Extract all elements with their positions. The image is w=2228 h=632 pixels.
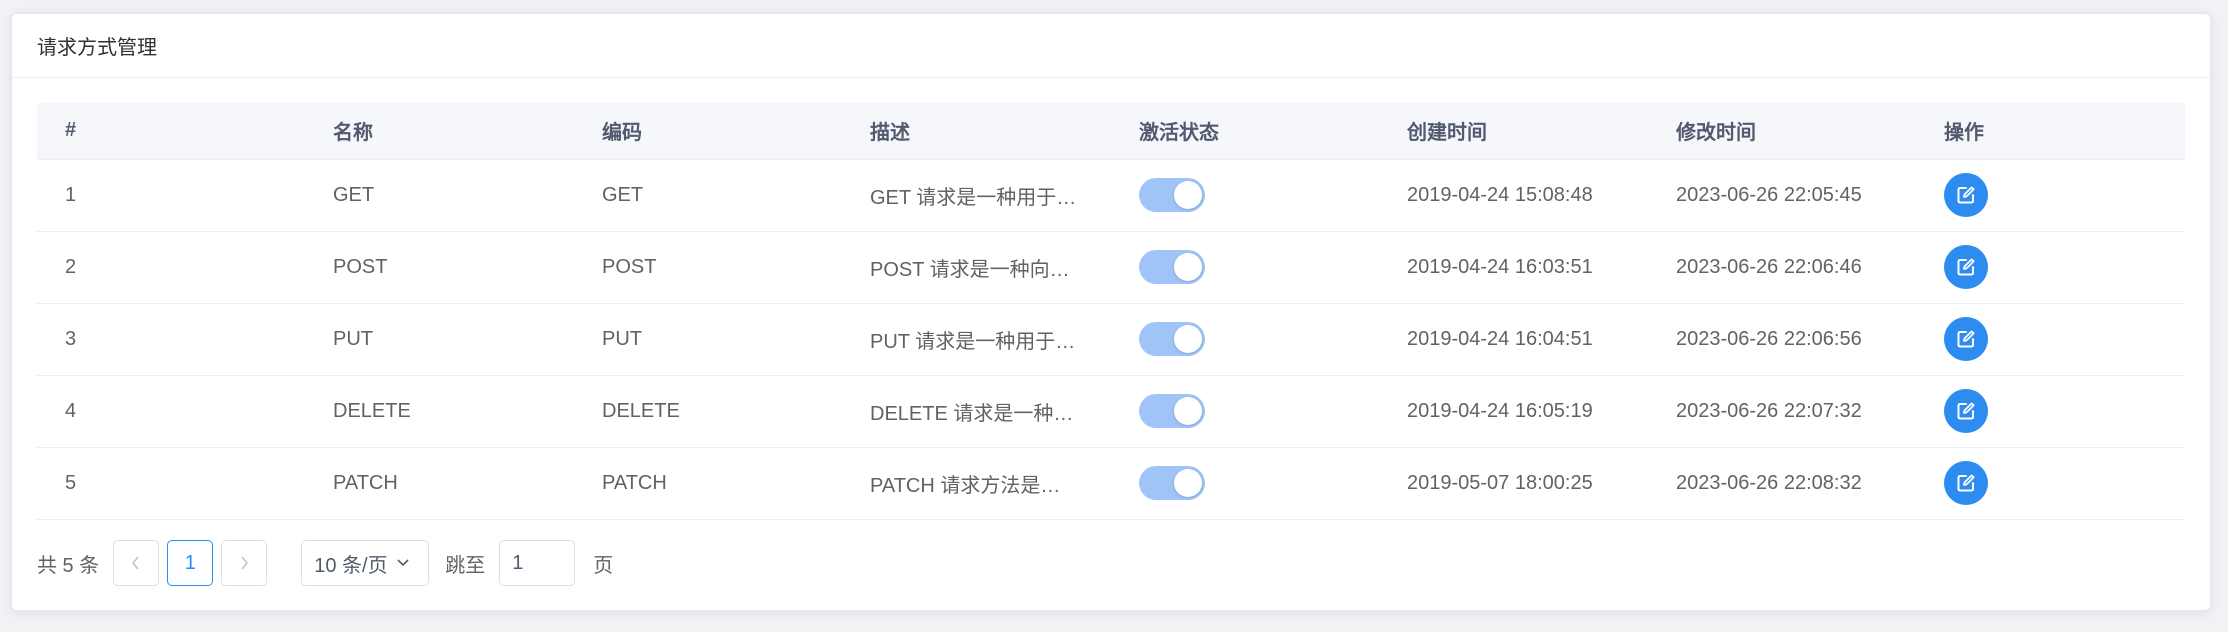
cell-created: 2019-04-24 16:05:19 bbox=[1379, 375, 1648, 448]
cell-index: 3 bbox=[37, 303, 305, 376]
cell-active bbox=[1111, 375, 1379, 448]
active-toggle[interactable] bbox=[1139, 322, 1205, 356]
active-toggle[interactable] bbox=[1139, 466, 1205, 500]
cell-actions bbox=[1916, 447, 2185, 520]
cell-code: POST bbox=[574, 231, 842, 304]
col-header-actions: 操作 bbox=[1916, 103, 2185, 160]
jump-label: 跳至 bbox=[445, 554, 486, 577]
cell-name: PUT bbox=[305, 303, 574, 376]
col-header-index: # bbox=[37, 103, 305, 160]
cell-modified: 2023-06-26 22:06:46 bbox=[1648, 231, 1916, 304]
cell-code: PATCH bbox=[574, 447, 842, 520]
edit-icon bbox=[1957, 258, 1975, 276]
table-body: 1 GET GET GET 请求是一种用于… 2019-04-24 15:08:48 20… bbox=[37, 159, 2185, 520]
col-header-code: 编码 bbox=[574, 103, 842, 160]
edit-button[interactable] bbox=[1944, 461, 1988, 505]
cell-name: POST bbox=[305, 231, 574, 304]
request-method-table: # 名称 编码 描述 激活状态 创建时间 修改时间 操作 1 GET GET GET … bbox=[37, 103, 2185, 520]
cell-description: DELETE 请求是一种… bbox=[842, 375, 1111, 448]
table-row: 5 PATCH PATCH PATCH 请求方法是… 2019-05-07 18:00:… bbox=[37, 447, 2185, 520]
cell-actions bbox=[1916, 231, 2185, 304]
next-page-button[interactable] bbox=[221, 540, 268, 586]
cell-description: PUT 请求是一种用于… bbox=[842, 303, 1111, 376]
prev-page-button[interactable] bbox=[113, 540, 160, 586]
cell-created: 2019-05-07 18:00:25 bbox=[1379, 447, 1648, 520]
col-header-active: 激活状态 bbox=[1111, 103, 1379, 160]
pagination: 共 5 条 1 10 条/页 跳至 页 bbox=[37, 539, 613, 587]
cell-code: GET bbox=[574, 159, 842, 232]
request-method-card: 请求方式管理 # 名称 编码 描述 激活状态 创建时间 修改时间 操作 1 GE… bbox=[11, 13, 2211, 611]
edit-icon bbox=[1957, 330, 1975, 348]
cell-actions bbox=[1916, 159, 2185, 232]
cell-active bbox=[1111, 303, 1379, 376]
toggle-knob bbox=[1174, 181, 1202, 209]
table-row: 3 PUT PUT PUT 请求是一种用于… 2019-04-24 16:04:51 20… bbox=[37, 303, 2185, 376]
cell-index: 4 bbox=[37, 375, 305, 448]
cell-created: 2019-04-24 16:04:51 bbox=[1379, 303, 1648, 376]
card-header: 请求方式管理 bbox=[12, 14, 2210, 78]
cell-active bbox=[1111, 447, 1379, 520]
page-suffix-label: 页 bbox=[593, 554, 614, 577]
edit-icon bbox=[1957, 474, 1975, 492]
col-header-created: 创建时间 bbox=[1379, 103, 1648, 160]
chevron-left-icon bbox=[132, 556, 139, 570]
cell-name: DELETE bbox=[305, 375, 574, 448]
col-header-description: 描述 bbox=[842, 103, 1111, 160]
active-toggle[interactable] bbox=[1139, 178, 1205, 212]
table-container: # 名称 编码 描述 激活状态 创建时间 修改时间 操作 1 GET GET GET … bbox=[37, 103, 2185, 520]
edit-icon bbox=[1957, 186, 1975, 204]
col-header-modified: 修改时间 bbox=[1648, 103, 1916, 160]
toggle-knob bbox=[1174, 397, 1202, 425]
cell-index: 1 bbox=[37, 159, 305, 232]
cell-created: 2019-04-24 16:03:51 bbox=[1379, 231, 1648, 304]
cell-modified: 2023-06-26 22:06:56 bbox=[1648, 303, 1916, 376]
cell-code: PUT bbox=[574, 303, 842, 376]
active-toggle[interactable] bbox=[1139, 250, 1205, 284]
edit-button[interactable] bbox=[1944, 317, 1988, 361]
jump-page-input[interactable] bbox=[499, 540, 576, 586]
table-row: 4 DELETE DELETE DELETE 请求是一种… 2019-04-24 16:… bbox=[37, 375, 2185, 448]
cell-modified: 2023-06-26 22:05:45 bbox=[1648, 159, 1916, 232]
cell-active bbox=[1111, 231, 1379, 304]
cell-modified: 2023-06-26 22:08:32 bbox=[1648, 447, 1916, 520]
cell-index: 2 bbox=[37, 231, 305, 304]
page-1-button[interactable]: 1 bbox=[167, 540, 214, 586]
edit-button[interactable] bbox=[1944, 389, 1988, 433]
table-row: 1 GET GET GET 请求是一种用于… 2019-04-24 15:08:48 20… bbox=[37, 159, 2185, 232]
page-size-select[interactable]: 10 条/页 bbox=[301, 540, 430, 586]
cell-index: 5 bbox=[37, 447, 305, 520]
edit-button[interactable] bbox=[1944, 173, 1988, 217]
chevron-down-icon bbox=[397, 559, 409, 567]
table-header-row: # 名称 编码 描述 激活状态 创建时间 修改时间 操作 bbox=[37, 103, 2185, 160]
cell-actions bbox=[1916, 303, 2185, 376]
active-toggle[interactable] bbox=[1139, 394, 1205, 428]
cell-description: POST 请求是一种向… bbox=[842, 231, 1111, 304]
col-header-name: 名称 bbox=[305, 103, 574, 160]
toggle-knob bbox=[1174, 325, 1202, 353]
page-size-label: 10 条/页 bbox=[314, 554, 388, 577]
toggle-knob bbox=[1174, 469, 1202, 497]
edit-button[interactable] bbox=[1944, 245, 1988, 289]
cell-modified: 2023-06-26 22:07:32 bbox=[1648, 375, 1916, 448]
cell-name: PATCH bbox=[305, 447, 574, 520]
edit-icon bbox=[1957, 402, 1975, 420]
cell-name: GET bbox=[305, 159, 574, 232]
cell-created: 2019-04-24 15:08:48 bbox=[1379, 159, 1648, 232]
toggle-knob bbox=[1174, 253, 1202, 281]
table-row: 2 POST POST POST 请求是一种向… 2019-04-24 16:03:51… bbox=[37, 231, 2185, 304]
cell-active bbox=[1111, 159, 1379, 232]
card-title: 请求方式管理 bbox=[37, 37, 157, 59]
cell-code: DELETE bbox=[574, 375, 842, 448]
pagination-total: 共 5 条 bbox=[37, 554, 100, 577]
cell-description: PATCH 请求方法是… bbox=[842, 447, 1111, 520]
cell-description: GET 请求是一种用于… bbox=[842, 159, 1111, 232]
cell-actions bbox=[1916, 375, 2185, 448]
chevron-right-icon bbox=[241, 556, 249, 570]
